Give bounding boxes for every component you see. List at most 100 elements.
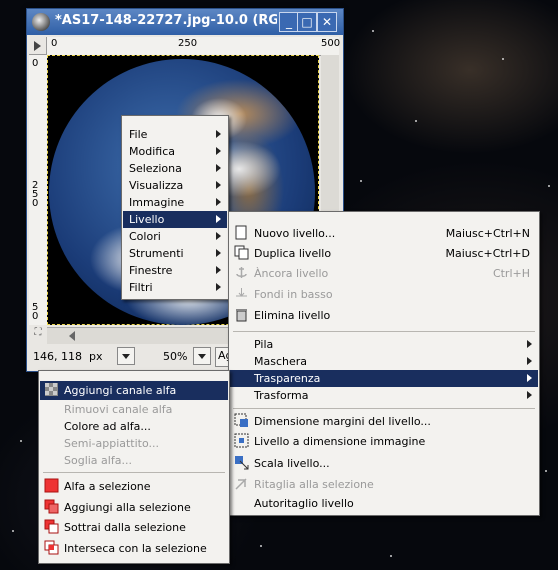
gimp-icon <box>32 13 50 31</box>
close-button[interactable]: ✕ <box>317 12 337 32</box>
ruler-tick: 5 0 <box>32 302 39 322</box>
menu-triangle-button[interactable] <box>29 37 47 55</box>
zoom-navigation-icon[interactable]: ⛶ <box>29 327 47 343</box>
menu-item-scale-layer[interactable]: Scala livello... <box>230 454 538 473</box>
menu-item-label: Elimina livello <box>254 309 331 322</box>
minimize-button[interactable]: _ <box>279 12 299 32</box>
menu-item-label: Colore ad alfa... <box>64 420 151 433</box>
menu-item-strumenti[interactable]: Strumenti <box>123 245 227 262</box>
menu-item-label: Aggiungi canale alfa <box>64 384 177 397</box>
menu-item-color-to-alpha[interactable]: Colore ad alfa... <box>40 418 228 435</box>
ruler-tick: 2 5 0 <box>32 180 39 209</box>
menu-item-stack[interactable]: Pila <box>230 336 538 353</box>
trash-icon <box>236 309 247 322</box>
menu-item-autocrop-layer[interactable]: Autoritaglio livello <box>230 495 538 512</box>
vertical-ruler[interactable]: 0 2 5 0 5 0 <box>29 55 48 325</box>
menu-item-label: Semi-appiattito... <box>64 437 160 450</box>
menu-item-label: Duplica livello <box>254 247 332 260</box>
menu-item-label: Colori <box>129 230 161 243</box>
submenu-arrow-icon <box>216 164 221 172</box>
menu-item-label: Ritaglia alla selezione <box>254 478 374 491</box>
window-title: *AS17-148-22727.jpg-10.0 (RGB <box>55 13 277 28</box>
menu-item-transparency[interactable]: Trasparenza <box>230 370 538 387</box>
menu-item-label: Immagine <box>129 196 185 209</box>
menu-item-add-alpha-channel[interactable]: Aggiungi canale alfa <box>40 381 228 400</box>
menu-item-new-layer[interactable]: Nuovo livello... Maiusc+Ctrl+N <box>230 224 538 243</box>
unit-select[interactable]: px <box>89 350 103 363</box>
shortcut-label: Maiusc+Ctrl+D <box>445 247 530 260</box>
menu-item-colori[interactable]: Colori <box>123 228 227 245</box>
menu-item-label: Autoritaglio livello <box>254 497 354 510</box>
submenu-arrow-icon <box>216 232 221 240</box>
submenu-arrow-icon <box>216 198 221 206</box>
scroll-left-icon[interactable] <box>69 331 75 341</box>
maximize-button[interactable]: □ <box>297 12 317 32</box>
unit-dropdown-icon[interactable] <box>117 347 135 365</box>
menu-item-label: Filtri <box>129 281 153 294</box>
menu-item-semi-flatten[interactable]: Semi-appiattito... <box>40 435 228 452</box>
submenu-arrow-icon <box>216 181 221 189</box>
menu-item-duplicate-layer[interactable]: Duplica livello Maiusc+Ctrl+D <box>230 244 538 263</box>
submenu-arrow-icon <box>527 391 532 399</box>
menu-item-visualizza[interactable]: Visualizza <box>123 177 227 194</box>
menu-item-file[interactable]: File <box>123 126 227 143</box>
merge-down-icon <box>236 288 247 297</box>
submenu-arrow-icon <box>527 374 532 382</box>
submenu-arrow-icon <box>216 283 221 291</box>
menu-item-seleziona[interactable]: Seleziona <box>123 160 227 177</box>
menu-item-label: Scala livello... <box>254 457 330 470</box>
menu-separator <box>233 331 535 332</box>
intersect-selection-icon <box>44 540 59 555</box>
menu-separator <box>43 472 225 473</box>
ruler-tick: 0 <box>51 38 58 49</box>
submenu-arrow-icon <box>527 357 532 365</box>
menu-item-threshold-alpha[interactable]: Soglia alfa... <box>40 452 228 469</box>
submenu-arrow-icon <box>216 266 221 274</box>
submenu-arrow-icon <box>527 340 532 348</box>
menu-item-remove-alpha-channel[interactable]: Rimuovi canale alfa <box>40 401 228 418</box>
menu-item-label: Nuovo livello... <box>254 227 336 240</box>
crop-icon <box>235 478 247 490</box>
menu-item-label: Dimensione margini del livello... <box>254 415 431 428</box>
menu-item-layer-boundary[interactable]: Dimensione margini del livello... <box>230 412 538 431</box>
menu-item-label: Finestre <box>129 264 173 277</box>
menu-item-label: Fondi in basso <box>254 288 333 301</box>
ruler-tick: 500 <box>321 38 341 49</box>
zoom-dropdown-icon[interactable] <box>193 347 211 365</box>
menu-item-transform[interactable]: Trasforma <box>230 387 538 404</box>
horizontal-ruler[interactable]: 0 250 500 <box>47 37 341 56</box>
menu-item-filtri[interactable]: Filtri <box>123 279 227 296</box>
menu-item-label: Seleziona <box>129 162 182 175</box>
submenu-arrow-icon <box>216 215 221 223</box>
anchor-icon <box>236 267 247 278</box>
scale-layer-icon <box>235 456 249 470</box>
menu-item-alpha-to-selection[interactable]: Alfa a selezione <box>40 477 228 496</box>
ruler-tick: 0 <box>32 58 39 69</box>
menu-item-label: Visualizza <box>129 179 184 192</box>
menu-item-modifica[interactable]: Modifica <box>123 143 227 160</box>
menu-item-merge-down[interactable]: Fondi in basso <box>230 285 538 304</box>
layer-to-image-icon <box>234 433 249 448</box>
submenu-arrow-icon <box>216 147 221 155</box>
image-menu: File Modifica Seleziona Visualizza Immag… <box>121 115 229 300</box>
menu-item-label: Interseca con la selezione <box>64 542 207 555</box>
window-titlebar[interactable]: *AS17-148-22727.jpg-10.0 (RGB _ □ ✕ <box>27 9 343 35</box>
menu-item-add-to-selection[interactable]: Aggiungi alla selezione <box>40 498 228 517</box>
menu-item-subtract-from-selection[interactable]: Sottrai dalla selezione <box>40 518 228 537</box>
menu-item-crop-to-selection[interactable]: Ritaglia alla selezione <box>230 475 538 494</box>
submenu-arrow-icon <box>216 249 221 257</box>
menu-item-livello[interactable]: Livello <box>123 211 227 228</box>
subtract-selection-icon <box>44 519 59 534</box>
menu-item-intersect-with-selection[interactable]: Interseca con la selezione <box>40 539 228 558</box>
menu-item-finestre[interactable]: Finestre <box>123 262 227 279</box>
menu-item-mask[interactable]: Maschera <box>230 353 538 370</box>
menu-item-label: Pila <box>254 338 274 351</box>
menu-item-immagine[interactable]: Immagine <box>123 194 227 211</box>
menu-item-delete-layer[interactable]: Elimina livello <box>230 306 538 325</box>
shortcut-label: Maiusc+Ctrl+N <box>445 227 530 240</box>
menu-item-layer-to-image-size[interactable]: Livello a dimensione immagine <box>230 432 538 451</box>
menu-item-anchor-layer[interactable]: Àncora livello Ctrl+H <box>230 264 538 283</box>
menu-item-label: Soglia alfa... <box>64 454 132 467</box>
ruler-tick: 250 <box>178 38 198 49</box>
zoom-select[interactable]: 50% <box>163 350 187 363</box>
